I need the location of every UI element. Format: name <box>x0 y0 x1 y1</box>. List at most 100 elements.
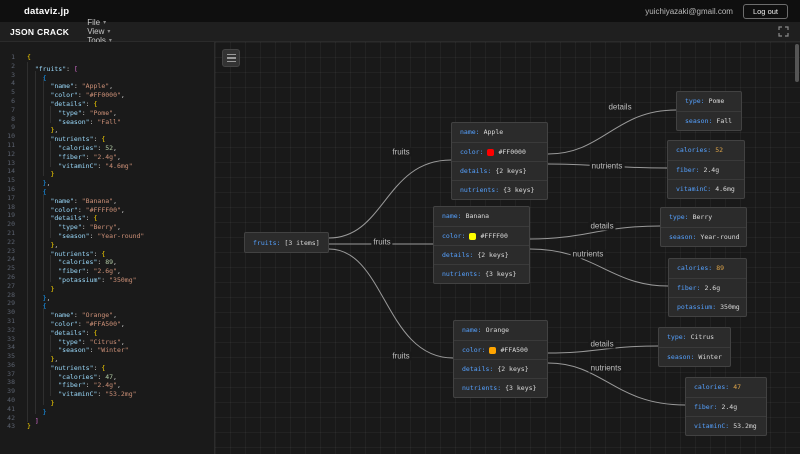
edge-label-fruits: fruits <box>390 148 411 157</box>
code-line[interactable]: 29{ <box>0 299 214 308</box>
color-swatch-icon <box>489 347 496 354</box>
code-line[interactable]: 1{ <box>0 53 214 62</box>
code-text: "name": "Banana", <box>22 194 117 203</box>
line-number: 4 <box>0 79 22 88</box>
code-line[interactable]: 24"calories": 89, <box>0 255 214 264</box>
code-text: "nutrients": { <box>22 247 105 256</box>
line-number: 28 <box>0 291 22 300</box>
node-value: Banana <box>466 207 489 226</box>
code-line[interactable]: 42] <box>0 414 214 423</box>
line-number: 33 <box>0 335 22 344</box>
menu-view[interactable]: View▾ <box>87 27 112 36</box>
line-number: 11 <box>0 141 22 150</box>
code-line[interactable]: 12"fiber": "2.4g", <box>0 150 214 159</box>
canvas-scrollbar[interactable] <box>795 44 799 82</box>
node-key: details: <box>462 360 493 379</box>
line-number: 43 <box>0 422 22 431</box>
canvas-menu-button[interactable] <box>222 49 240 67</box>
code-line[interactable]: 30"name": "Orange", <box>0 308 214 317</box>
code-line[interactable]: 21"season": "Year-round" <box>0 229 214 238</box>
graph-node-root[interactable]: fruits:[3 items] <box>244 232 329 253</box>
node-row: vitaminC:53.2mg <box>686 416 766 435</box>
code-line[interactable]: 4"name": "Apple", <box>0 79 214 88</box>
node-value: Pome <box>709 92 725 111</box>
line-number: 15 <box>0 176 22 185</box>
node-value: 2.4g <box>721 398 737 417</box>
code-text: "type": "Berry", <box>22 220 121 229</box>
menu-file[interactable]: File▾ <box>87 18 112 27</box>
graph-node-banana-nutrients[interactable]: calories:89fiber:2.6gpotassium:350mg <box>668 258 747 317</box>
line-number: 12 <box>0 150 22 159</box>
code-text: { <box>22 53 31 62</box>
code-line[interactable]: 34"season": "Winter" <box>0 343 214 352</box>
code-line[interactable]: 41} <box>0 405 214 414</box>
graph-canvas[interactable]: fruits:[3 items] name:Applecolor:#FF0000d… <box>215 42 800 454</box>
graph-node-apple[interactable]: name:Applecolor:#FF0000details:{2 keys}n… <box>451 122 548 200</box>
code-line[interactable]: 11"calories": 52, <box>0 141 214 150</box>
code-line[interactable]: 7"type": "Pome", <box>0 106 214 115</box>
node-row: season:Fall <box>677 111 741 130</box>
code-line[interactable]: 28}, <box>0 291 214 300</box>
code-line[interactable]: 37"calories": 47, <box>0 370 214 379</box>
node-key: calories: <box>676 141 711 160</box>
code-line[interactable]: 38"fiber": "2.4g", <box>0 378 214 387</box>
graph-node-orange[interactable]: name:Orangecolor:#FFA500details:{2 keys}… <box>453 320 548 398</box>
code-line[interactable]: 18"color": "#FFFF00", <box>0 203 214 212</box>
code-line[interactable]: 36"nutrients": { <box>0 361 214 370</box>
node-row: calories:47 <box>686 378 766 397</box>
code-line[interactable]: 39"vitaminC": "53.2mg" <box>0 387 214 396</box>
node-key: fiber: <box>694 398 717 417</box>
edge-label-nutrients: nutrients <box>589 364 624 373</box>
node-row: vitaminC:4.6mg <box>668 179 744 198</box>
code-text: }, <box>22 176 50 185</box>
code-line[interactable]: 20"type": "Berry", <box>0 220 214 229</box>
node-row: nutrients:{3 keys} <box>452 180 547 199</box>
code-line[interactable]: 43} <box>0 422 214 431</box>
code-line[interactable]: 5"color": "#FF0000", <box>0 88 214 97</box>
node-value: [3 items] <box>284 234 319 253</box>
code-text: "fiber": "2.6g", <box>22 264 121 273</box>
node-value: {2 keys} <box>497 360 528 379</box>
graph-node-orange-nutrients[interactable]: calories:47fiber:2.4gvitaminC:53.2mg <box>685 377 767 436</box>
line-number: 1 <box>0 53 22 62</box>
node-value: Berry <box>693 208 713 227</box>
line-number: 3 <box>0 71 22 80</box>
graph-node-banana[interactable]: name:Bananacolor:#FFFF00details:{2 keys}… <box>433 206 530 284</box>
code-line[interactable]: 15}, <box>0 176 214 185</box>
hamburger-icon <box>227 54 236 56</box>
node-key: type: <box>667 328 687 347</box>
code-line[interactable]: 33"type": "Citrus", <box>0 335 214 344</box>
graph-node-apple-nutrients[interactable]: calories:52fiber:2.4gvitaminC:4.6mg <box>667 140 745 199</box>
code-text: } <box>22 167 54 176</box>
code-line[interactable]: 17"name": "Banana", <box>0 194 214 203</box>
logout-button[interactable]: Log out <box>743 4 788 19</box>
code-line[interactable]: 25"fiber": "2.6g", <box>0 264 214 273</box>
line-number: 23 <box>0 247 22 256</box>
line-number: 38 <box>0 378 22 387</box>
code-line[interactable]: 26"potassium": "350mg" <box>0 273 214 282</box>
code-text: "details": { <box>22 211 97 220</box>
line-number: 27 <box>0 282 22 291</box>
node-row: name:Banana <box>434 207 529 226</box>
node-key: fruits: <box>253 234 280 253</box>
json-editor[interactable]: 1{2"fruits": [3{4"name": "Apple",5"color… <box>0 42 215 454</box>
node-value: 2.4g <box>703 161 719 180</box>
code-line[interactable]: 16{ <box>0 185 214 194</box>
code-text: { <box>22 71 47 80</box>
graph-node-banana-details[interactable]: type:Berryseason:Year-round <box>660 207 747 247</box>
code-line[interactable]: 31"color": "#FFA500", <box>0 317 214 326</box>
graph-node-apple-details[interactable]: type:Pomeseason:Fall <box>676 91 742 131</box>
code-line[interactable]: 2"fruits": [ <box>0 62 214 71</box>
graph-node-orange-details[interactable]: type:Citrusseason:Winter <box>658 327 731 367</box>
node-key: nutrients: <box>460 181 499 200</box>
code-line[interactable]: 8"season": "Fall" <box>0 115 214 124</box>
code-line[interactable]: 3{ <box>0 71 214 80</box>
fullscreen-button[interactable] <box>776 25 790 39</box>
line-number: 13 <box>0 159 22 168</box>
code-line[interactable]: 23"nutrients": { <box>0 247 214 256</box>
code-line[interactable]: 10"nutrients": { <box>0 132 214 141</box>
code-text: } <box>22 405 47 414</box>
code-line[interactable]: 13"vitaminC": "4.6mg" <box>0 159 214 168</box>
code-text: "vitaminC": "4.6mg" <box>22 159 133 168</box>
line-number: 35 <box>0 352 22 361</box>
